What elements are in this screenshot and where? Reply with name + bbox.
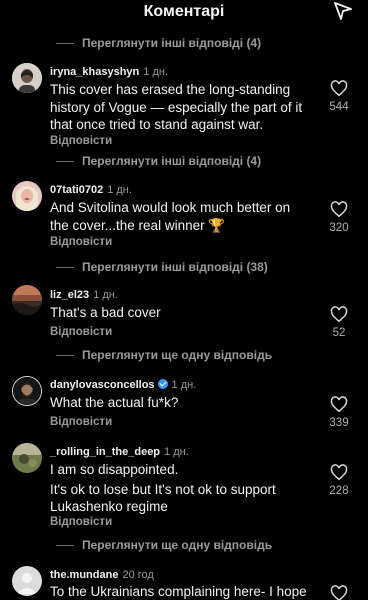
reply-thread-line [56, 354, 74, 356]
view-replies-label: Переглянути інші відповіді (4) [82, 36, 262, 50]
comment-time: 1 дн. [164, 446, 189, 458]
reply-button[interactable]: Відповісти [50, 236, 112, 248]
reply-button[interactable]: Відповісти [50, 326, 112, 338]
reply-thread-line [56, 266, 74, 268]
comment-text: What the actual fu*k? [50, 394, 320, 412]
comment-meta: the.mundane 20 год [50, 569, 154, 581]
heart-icon[interactable] [330, 201, 348, 218]
like-count: 320 [329, 222, 349, 234]
like-button[interactable] [326, 585, 352, 600]
comment-text: And Svitolina would look much better on … [50, 199, 320, 234]
comment-text-line: And Svitolina would look much better on [50, 200, 291, 215]
comment-text-line: history of Vogue — especially the part o… [50, 99, 303, 115]
avatar[interactable] [12, 63, 42, 93]
view-replies-button[interactable]: Переглянути інші відповіді (38) [56, 259, 268, 275]
comment-meta: danylovasconcellos 1 дн. [50, 379, 196, 391]
comment-text-line: That's a bad cover [50, 305, 161, 320]
reply-thread-line [56, 544, 74, 546]
view-replies-button[interactable]: Переглянути інші відповіді (4) [56, 35, 261, 51]
comment-username[interactable]: liz_el23 [50, 289, 89, 301]
page-title: Коментарі [143, 3, 225, 20]
comment-meta: _rolling_in_the_deep 1 дн. [50, 446, 189, 458]
comment-text-line: It's ok to lose but It's not ok to suppo… [50, 481, 276, 497]
view-replies-label: Переглянути інші відповіді (38) [82, 260, 268, 274]
comment-text-line: To the Ukrainians complaining here- I ho… [50, 584, 307, 599]
comment-time: 1 дн. [171, 379, 197, 391]
view-replies-button[interactable]: Переглянути інші відповіді (4) [56, 153, 261, 169]
comment-username[interactable]: _rolling_in_the_deep [50, 446, 160, 458]
reply-thread-line [56, 160, 74, 162]
comment-username[interactable]: iryna_khasyshyn [50, 66, 139, 78]
comment-time: 1 дн. [143, 66, 169, 78]
comment-time: 1 дн. [107, 184, 132, 196]
comment-meta: 07tati0702 1 дн. [50, 184, 132, 196]
like-count: 544 [329, 101, 349, 113]
comment-meta: liz_el23 1 дн. [50, 289, 118, 301]
view-replies-button[interactable]: Переглянути ще одну відповідь [56, 347, 272, 363]
view-replies-label: Переглянути інші відповіді (4) [82, 154, 262, 168]
like-count: 228 [329, 485, 349, 497]
reply-thread-line [56, 42, 74, 44]
heart-icon[interactable] [330, 306, 348, 323]
like-count: 52 [332, 327, 346, 339]
reply-button[interactable]: Відповісти [50, 416, 112, 428]
comment-username[interactable]: danylovasconcellos [50, 379, 155, 391]
heart-icon[interactable] [330, 396, 348, 413]
comment-text-line: the cover...the real winner 🏆 [50, 217, 226, 233]
like-count: 339 [329, 417, 349, 429]
comment-text: This cover has erased the long-standing … [50, 81, 320, 134]
like-button[interactable]: 52 [326, 306, 352, 339]
like-button[interactable]: 228 [326, 464, 352, 497]
like-button[interactable]: 544 [326, 80, 352, 113]
heart-icon[interactable] [330, 464, 348, 481]
comment-username[interactable]: 07tati0702 [50, 184, 103, 196]
verified-badge-icon [157, 379, 168, 389]
heart-icon[interactable] [330, 80, 348, 97]
comment-username[interactable]: the.mundane [50, 569, 118, 581]
heart-icon[interactable] [330, 585, 348, 600]
comment-text: That's a bad cover [50, 304, 320, 322]
share-send-icon[interactable] [332, 0, 354, 22]
avatar[interactable] [12, 566, 42, 596]
comment-text: I am so disappointed. It's ok to lose bu… [50, 461, 320, 516]
comment-meta: iryna_khasyshyn 1 дн. [50, 66, 168, 78]
avatar[interactable] [12, 443, 42, 473]
avatar[interactable] [12, 181, 42, 211]
avatar[interactable] [12, 285, 42, 315]
comment-text-line: What the actual fu*k? [50, 395, 179, 410]
comment-text-line: I am so disappointed. [50, 462, 179, 477]
like-button[interactable]: 320 [326, 201, 352, 234]
comment-text-line: that once tried to stand against war. [50, 117, 264, 132]
reply-button[interactable]: Відповісти [50, 135, 112, 147]
comment-text-line: Lukashenko regime [50, 499, 168, 514]
comment-time: 1 дн. [93, 289, 118, 301]
avatar[interactable] [12, 376, 42, 406]
view-replies-button[interactable]: Переглянути ще одну відповідь [56, 537, 272, 553]
comment-text: To the Ukrainians complaining here- I ho… [50, 583, 320, 600]
comment-text-line: This cover has erased the long-standing [50, 82, 291, 97]
view-replies-label: Переглянути ще одну відповідь [82, 538, 273, 552]
comment-time: 20 год [122, 569, 154, 581]
reply-button[interactable]: Відповісти [50, 516, 112, 528]
view-replies-label: Переглянути ще одну відповідь [82, 348, 273, 362]
comments-header: Коментарі [0, 0, 368, 30]
like-button[interactable]: 339 [326, 396, 352, 429]
